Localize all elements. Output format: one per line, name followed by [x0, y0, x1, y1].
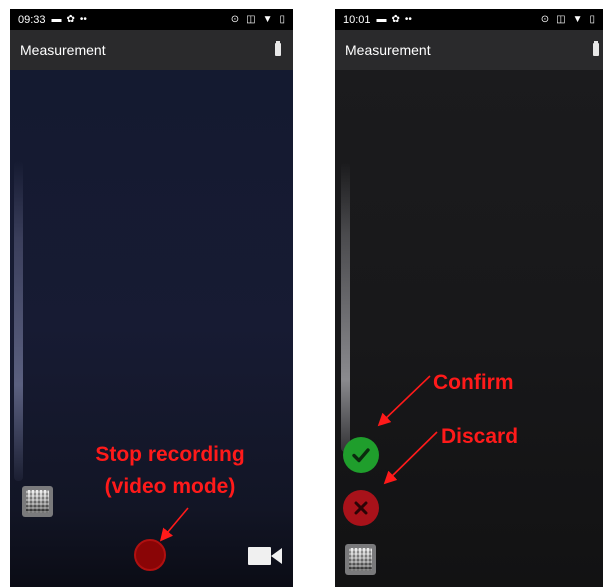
location-icon: ⊙ [540, 14, 550, 25]
status-right-icons: ⊙ ◫ ▼ ▯ [541, 14, 595, 25]
checkmark-icon [352, 448, 370, 463]
annotation-discard: Discard [441, 425, 519, 448]
app-bar: Measurement [335, 30, 603, 70]
battery-status-icon: ▯ [589, 14, 595, 25]
status-bar: 09:33 ▬ ✿ •• ⊙ ◫ ▼ ▯ [10, 9, 293, 30]
status-time: 10:01 [343, 13, 371, 26]
wifi-icon: ▼ [262, 14, 273, 25]
vibrate-icon: ◫ [556, 14, 566, 25]
annotation-confirm: Confirm [433, 371, 514, 394]
app-bar: Measurement [10, 30, 293, 70]
gear-icon: ✿ [391, 13, 400, 25]
gear-icon: ✿ [66, 13, 75, 25]
annotation-line: Stop recording [95, 443, 245, 466]
image-icon: ▬ [51, 13, 62, 25]
location-icon: ⊙ [230, 14, 240, 25]
status-right-icons: ⊙ ◫ ▼ ▯ [231, 14, 285, 25]
page-title: Measurement [345, 42, 431, 58]
discard-button[interactable] [343, 490, 379, 526]
close-icon [354, 501, 368, 515]
status-bar: 10:01 ▬ ✿ •• ⊙ ◫ ▼ ▯ [335, 9, 603, 30]
vibrate-icon: ◫ [246, 14, 256, 25]
palette-icon[interactable] [22, 486, 53, 517]
status-time: 09:33 [18, 13, 46, 26]
more-dots-icon: •• [79, 13, 87, 25]
image-icon: ▬ [376, 13, 387, 25]
right-phone-screen: 10:01 ▬ ✿ •• ⊙ ◫ ▼ ▯ Measurement [335, 9, 603, 587]
battery-icon[interactable] [593, 41, 599, 56]
temperature-scale-bar[interactable] [14, 161, 23, 481]
annotation-line: (video mode) [104, 475, 236, 498]
battery-status-icon: ▯ [279, 14, 285, 25]
palette-icon[interactable] [345, 544, 376, 575]
annotation-stop-recording: Stop recording (video mode) [80, 439, 260, 503]
stop-recording-button[interactable] [134, 539, 166, 571]
battery-icon[interactable] [275, 41, 281, 56]
video-camera-icon[interactable] [248, 546, 282, 566]
temperature-scale-bar[interactable] [341, 162, 350, 452]
confirm-button[interactable] [343, 437, 379, 473]
wifi-icon: ▼ [572, 14, 583, 25]
page-title: Measurement [20, 42, 106, 58]
more-dots-icon: •• [404, 13, 412, 25]
